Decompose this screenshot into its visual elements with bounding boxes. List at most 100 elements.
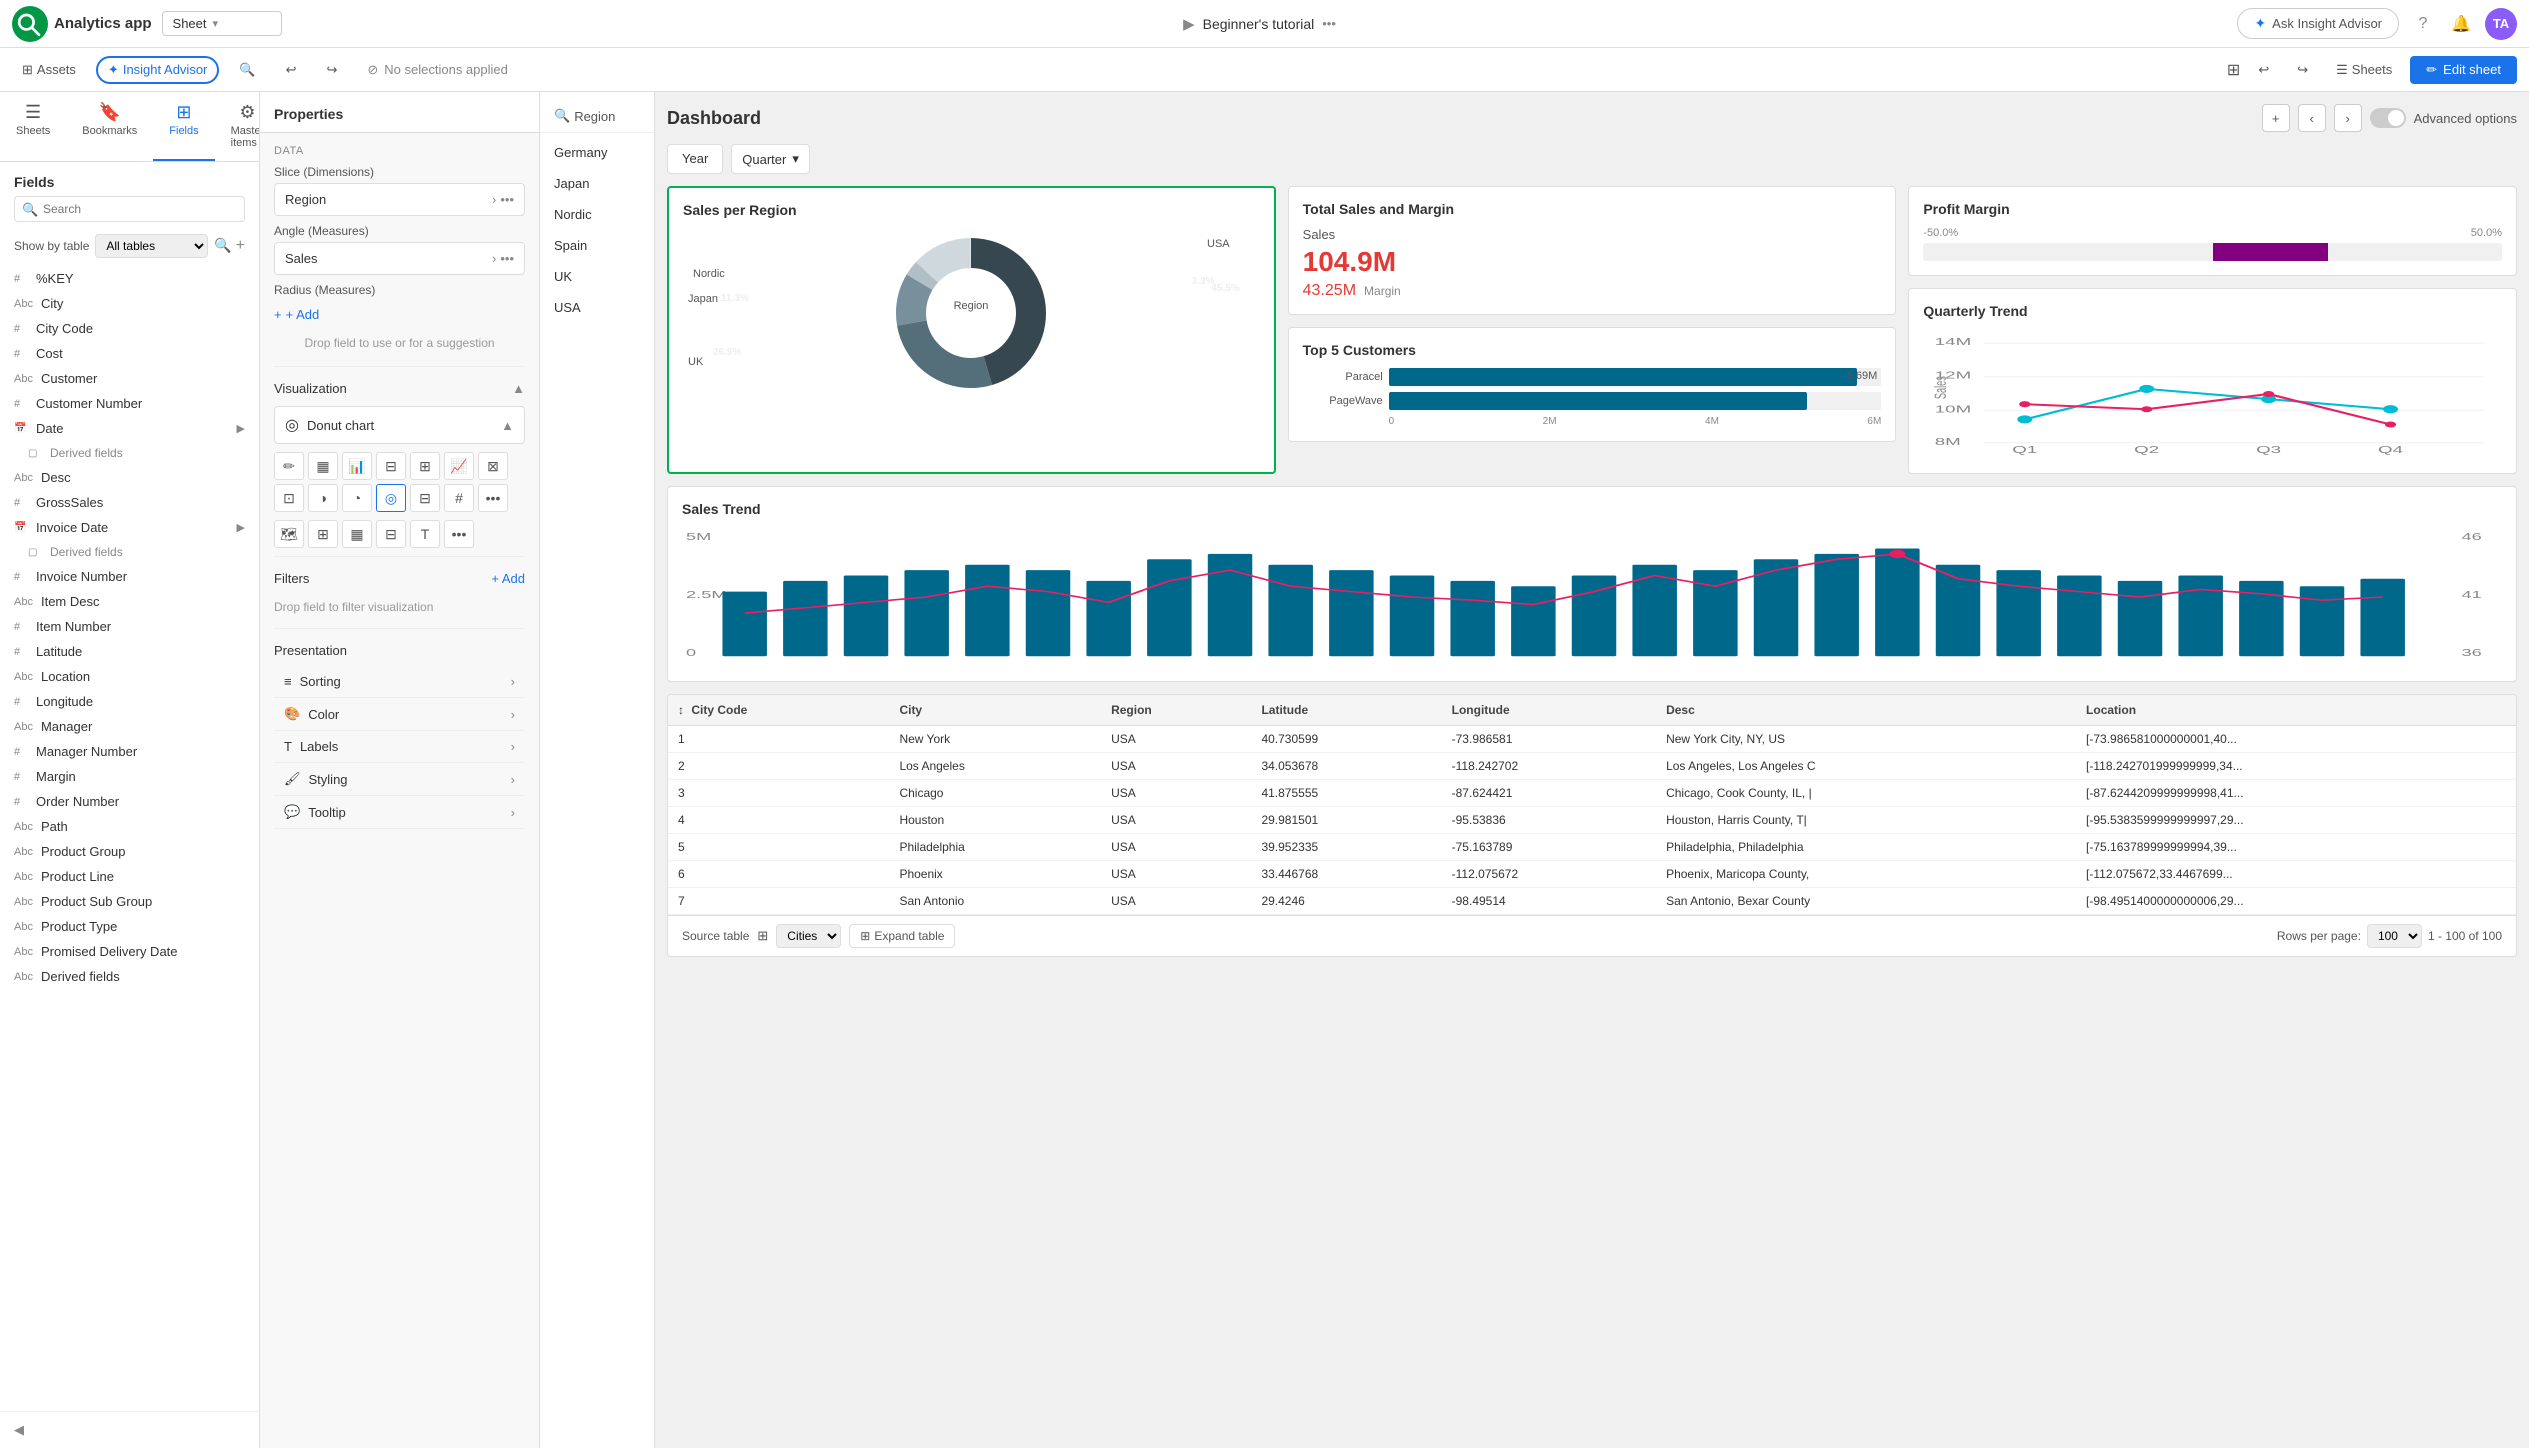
redo-btn[interactable]: ↪ <box>316 58 347 82</box>
field-promised-delivery-date[interactable]: AbcPromised Delivery Date <box>0 939 259 964</box>
angle-field-row[interactable]: Sales › ••• <box>274 242 525 275</box>
pres-sorting[interactable]: ≡ Sorting › <box>274 666 525 698</box>
field-date-derived[interactable]: ▢Derived fields <box>0 441 259 465</box>
slice-field-row[interactable]: Region › ••• <box>274 183 525 216</box>
table-scroll-container[interactable]: ↕ City Code City Region Latitude Longitu… <box>668 695 2516 915</box>
grid-view-toggle[interactable]: ⊞ <box>2227 60 2240 80</box>
viz-kpi-icon[interactable]: ⊡ <box>274 484 304 512</box>
region-nordic[interactable]: Nordic <box>540 199 654 230</box>
field-customer-number[interactable]: #Customer Number <box>0 391 259 416</box>
angle-field-expand-icon[interactable]: › <box>492 251 496 266</box>
pres-styling[interactable]: 🖌 Styling › <box>274 763 525 796</box>
field-city[interactable]: AbcCity <box>0 291 259 316</box>
field-margin[interactable]: #Margin <box>0 764 259 789</box>
region-japan[interactable]: Japan <box>540 168 654 199</box>
slice-field-more-icon[interactable]: ••• <box>500 192 514 207</box>
viz-pivot-icon[interactable]: # <box>444 484 474 512</box>
field-order-number[interactable]: #Order Number <box>0 789 259 814</box>
filters-add-btn[interactable]: + Add <box>491 571 525 586</box>
viz-gauge-icon[interactable]: ◑ <box>308 484 338 512</box>
smart-search-btn[interactable]: 🔍 <box>229 58 265 82</box>
field-product-sub-group[interactable]: AbcProduct Sub Group <box>0 889 259 914</box>
field-invoice-date[interactable]: 📅Invoice Date▶ <box>0 515 259 540</box>
show-by-table-select[interactable]: All tables <box>95 234 208 258</box>
field-item-desc[interactable]: AbcItem Desc <box>0 589 259 614</box>
viz-donut-icon[interactable]: ◎ <box>376 484 406 512</box>
viz-type-row[interactable]: ◎ Donut chart ▲ <box>274 406 525 444</box>
region-germany[interactable]: Germany <box>540 137 654 168</box>
viz-area-icon[interactable]: 📈 <box>444 452 474 480</box>
col-header-city[interactable]: City <box>889 695 1101 726</box>
rows-per-page-select[interactable]: 100 50 25 <box>2367 924 2422 948</box>
pres-tooltip[interactable]: 💬 Tooltip › <box>274 796 525 829</box>
field-product-type[interactable]: AbcProduct Type <box>0 914 259 939</box>
field-path[interactable]: AbcPath <box>0 814 259 839</box>
region-uk[interactable]: UK <box>540 261 654 292</box>
ask-insight-btn[interactable]: ✦ Ask Insight Advisor <box>2237 8 2399 39</box>
slice-field-expand-icon[interactable]: › <box>492 192 496 207</box>
add-field-icon[interactable]: + <box>236 237 245 255</box>
next-chart-btn[interactable]: › <box>2334 104 2362 132</box>
user-avatar[interactable]: TA <box>2485 8 2517 40</box>
search-fields-icon[interactable]: 🔍 <box>214 237 231 255</box>
field-desc[interactable]: AbcDesc <box>0 465 259 490</box>
add-chart-btn[interactable]: + <box>2262 104 2290 132</box>
field-longitude[interactable]: #Longitude <box>0 689 259 714</box>
advanced-options-switch[interactable] <box>2370 108 2406 128</box>
pres-labels[interactable]: T Labels › <box>274 731 525 763</box>
pres-color[interactable]: 🎨 Color › <box>274 698 525 731</box>
viz-treemap-icon[interactable]: ⊞ <box>308 520 338 548</box>
field-product-group[interactable]: AbcProduct Group <box>0 839 259 864</box>
field-product-line[interactable]: AbcProduct Line <box>0 864 259 889</box>
field-latitude[interactable]: #Latitude <box>0 639 259 664</box>
field-key[interactable]: #%KEY <box>0 266 259 291</box>
viz-bar-chart-icon[interactable]: ▦ <box>308 452 338 480</box>
year-filter-chip[interactable]: Year <box>667 144 723 174</box>
sheets-tab[interactable]: ☰ Sheets <box>0 92 66 161</box>
region-usa[interactable]: USA <box>540 292 654 323</box>
expand-table-btn[interactable]: ⊞ Expand table <box>849 924 955 948</box>
bookmarks-tab[interactable]: 🔖 Bookmarks <box>66 92 153 161</box>
viz-collapse-icon[interactable]: ▲ <box>512 381 525 396</box>
insight-advisor-btn[interactable]: ✦ Insight Advisor <box>96 56 219 84</box>
viz-combo-icon[interactable]: ⊟ <box>376 452 406 480</box>
sheets-btn[interactable]: ☰ Sheets <box>2326 58 2402 82</box>
viz-bullet-icon[interactable]: ⊟ <box>376 520 406 548</box>
viz-scatter-icon[interactable]: ⊞ <box>410 452 440 480</box>
field-location[interactable]: AbcLocation <box>0 664 259 689</box>
field-manager[interactable]: AbcManager <box>0 714 259 739</box>
field-cost[interactable]: #Cost <box>0 341 259 366</box>
col-header-city-code[interactable]: ↕ City Code <box>668 695 889 726</box>
edit-sheet-btn[interactable]: ✏ Edit sheet <box>2410 56 2517 84</box>
field-city-code[interactable]: #City Code <box>0 316 259 341</box>
viz-type-collapse-icon[interactable]: ▲ <box>501 418 514 433</box>
field-date[interactable]: 📅Date▶ <box>0 416 259 441</box>
field-manager-number[interactable]: #Manager Number <box>0 739 259 764</box>
field-grosssales[interactable]: #GrossSales <box>0 490 259 515</box>
fields-tab[interactable]: ⊞ Fields <box>153 92 214 161</box>
col-header-longitude[interactable]: Longitude <box>1442 695 1656 726</box>
viz-table-icon[interactable]: ⊟ <box>410 484 440 512</box>
field-item-number[interactable]: #Item Number <box>0 614 259 639</box>
viz-waterfall-icon[interactable]: ⊠ <box>478 452 508 480</box>
master-items-tab[interactable]: ⚙ Master items <box>215 92 260 161</box>
quarter-filter-chip[interactable]: Quarter ▾ <box>731 144 810 174</box>
help-icon[interactable]: ? <box>2409 10 2437 38</box>
fields-search-input[interactable] <box>14 196 245 222</box>
viz-map-icon[interactable]: 🗺 <box>274 520 304 548</box>
viz-line-chart-icon[interactable]: 📊 <box>342 452 372 480</box>
viz-more-icon[interactable]: ••• <box>478 484 508 512</box>
tutorial-more-icon[interactable]: ••• <box>1322 16 1336 31</box>
field-derived-fields-last[interactable]: AbcDerived fields <box>0 964 259 989</box>
notification-icon[interactable]: 🔔 <box>2447 10 2475 38</box>
col-header-latitude[interactable]: Latitude <box>1251 695 1441 726</box>
viz-pie-icon[interactable]: ◔ <box>342 484 372 512</box>
viz-extra-more-icon[interactable]: ••• <box>444 520 474 548</box>
redo2-btn[interactable]: ↪ <box>2287 58 2318 82</box>
viz-histogram-icon[interactable]: ▦ <box>342 520 372 548</box>
field-customer[interactable]: AbcCustomer <box>0 366 259 391</box>
region-spain[interactable]: Spain <box>540 230 654 261</box>
angle-field-more-icon[interactable]: ••• <box>500 251 514 266</box>
radius-add-btn[interactable]: + + Add <box>274 301 525 328</box>
col-header-desc[interactable]: Desc <box>1656 695 2076 726</box>
